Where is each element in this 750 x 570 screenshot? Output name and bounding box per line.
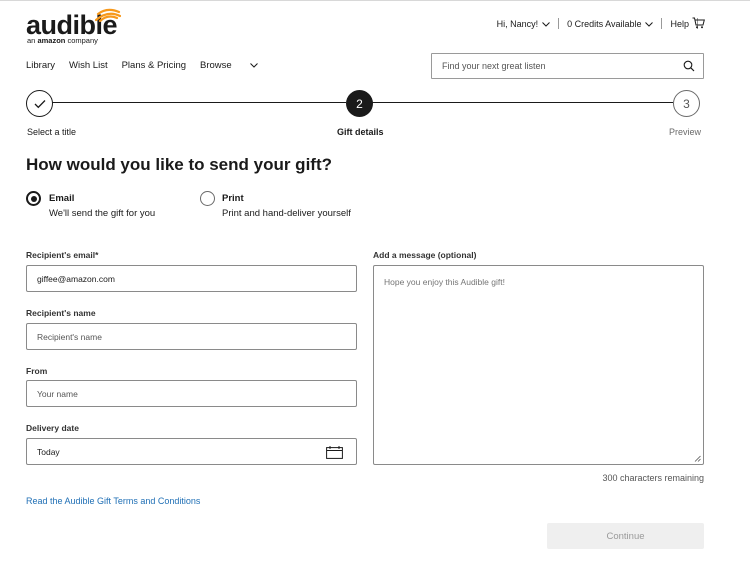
email-radio[interactable] (26, 191, 41, 206)
from-box (26, 380, 357, 407)
account-nav: Hi, Nancy! 0 Credits Available Help (497, 18, 706, 29)
recipient-email-box (26, 265, 357, 292)
gift-terms-link[interactable]: Read the Audible Gift Terms and Conditio… (26, 496, 200, 506)
message-label: Add a message (optional) (373, 250, 477, 260)
nav-divider (558, 18, 560, 29)
step-2-label: Gift details (337, 127, 384, 137)
recipient-name-label: Recipient's name (26, 308, 96, 318)
nav-wish-list[interactable]: Wish List (69, 60, 108, 71)
search-icon[interactable] (683, 60, 695, 72)
step-1-complete[interactable] (26, 90, 53, 117)
checkmark-icon (34, 99, 45, 108)
logo-tagline-prefix: an (27, 36, 36, 45)
greeting-menu[interactable]: Hi, Nancy! (497, 19, 551, 29)
print-radio[interactable] (200, 191, 215, 206)
greeting-label: Hi, Nancy! (496, 18, 539, 29)
chevron-down-icon (645, 21, 654, 27)
message-box (373, 265, 704, 465)
chevron-down-icon (249, 63, 258, 68)
cart-icon[interactable] (692, 17, 705, 29)
from-field[interactable] (27, 381, 356, 406)
characters-remaining: 300 characters remaining (602, 473, 704, 483)
credits-label: 0 Credits Available (567, 18, 642, 29)
logo-tagline-brand: amazon (37, 36, 66, 45)
search-input[interactable] (432, 54, 672, 78)
logo-tagline-suffix: company (67, 36, 98, 45)
credits-menu[interactable]: 0 Credits Available (567, 18, 654, 29)
email-option-title[interactable]: Email (49, 193, 74, 204)
main-nav: Library Wish List Plans & Pricing Browse (26, 60, 272, 71)
top-border (0, 0, 750, 1)
recipient-name-box (26, 323, 357, 350)
resize-handle-icon[interactable] (694, 455, 701, 462)
recipient-email-label: Recipient's email* (26, 250, 99, 260)
recipient-email-field[interactable] (27, 266, 356, 291)
page-title: How would you like to send your gift? (26, 155, 332, 174)
message-textarea[interactable] (374, 266, 703, 464)
print-option-title[interactable]: Print (222, 193, 244, 204)
delivery-date-field[interactable]: Today (26, 438, 357, 465)
nav-browse-label: Browse (200, 60, 232, 71)
stepper-line (372, 102, 673, 103)
delivery-date-value: Today (37, 447, 60, 457)
logo-waves-icon (95, 8, 121, 22)
nav-plans-pricing[interactable]: Plans & Pricing (122, 60, 186, 71)
nav-browse[interactable]: Browse (200, 60, 258, 71)
step-1-label: Select a title (27, 127, 77, 137)
nav-divider (661, 18, 663, 29)
chevron-down-icon (542, 21, 550, 27)
help-link[interactable]: Help (670, 19, 689, 29)
logo-tagline: an amazon company (27, 37, 98, 45)
search-box (431, 53, 704, 79)
calendar-icon[interactable] (326, 446, 343, 459)
recipient-name-field[interactable] (27, 324, 356, 349)
email-option-desc: We'll send the gift for you (49, 208, 156, 219)
delivery-date-label: Delivery date (26, 423, 79, 433)
continue-button[interactable]: Continue (547, 523, 704, 549)
print-option-desc: Print and hand-deliver yourself (222, 208, 351, 219)
step-2-current: 2 (346, 90, 373, 117)
from-label: From (26, 366, 48, 376)
audible-logo[interactable]: audible an amazon company (26, 8, 126, 45)
stepper-line (52, 102, 346, 103)
step-3-upcoming: 3 (673, 90, 700, 117)
nav-library[interactable]: Library (26, 60, 55, 71)
step-3-label: Preview (669, 127, 702, 137)
